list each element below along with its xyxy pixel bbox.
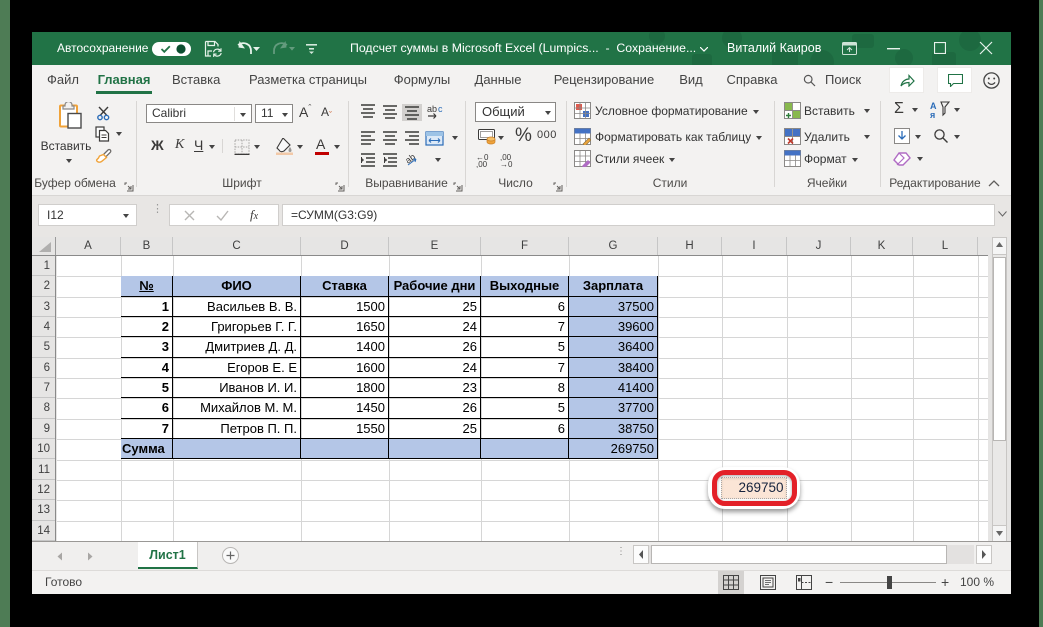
svg-text:c: c	[438, 104, 443, 114]
svg-text:→0: →0	[500, 160, 513, 168]
svg-text:ab: ab	[427, 104, 437, 114]
svg-text:,00: ,00	[476, 160, 488, 168]
svg-text:я: я	[930, 110, 935, 119]
